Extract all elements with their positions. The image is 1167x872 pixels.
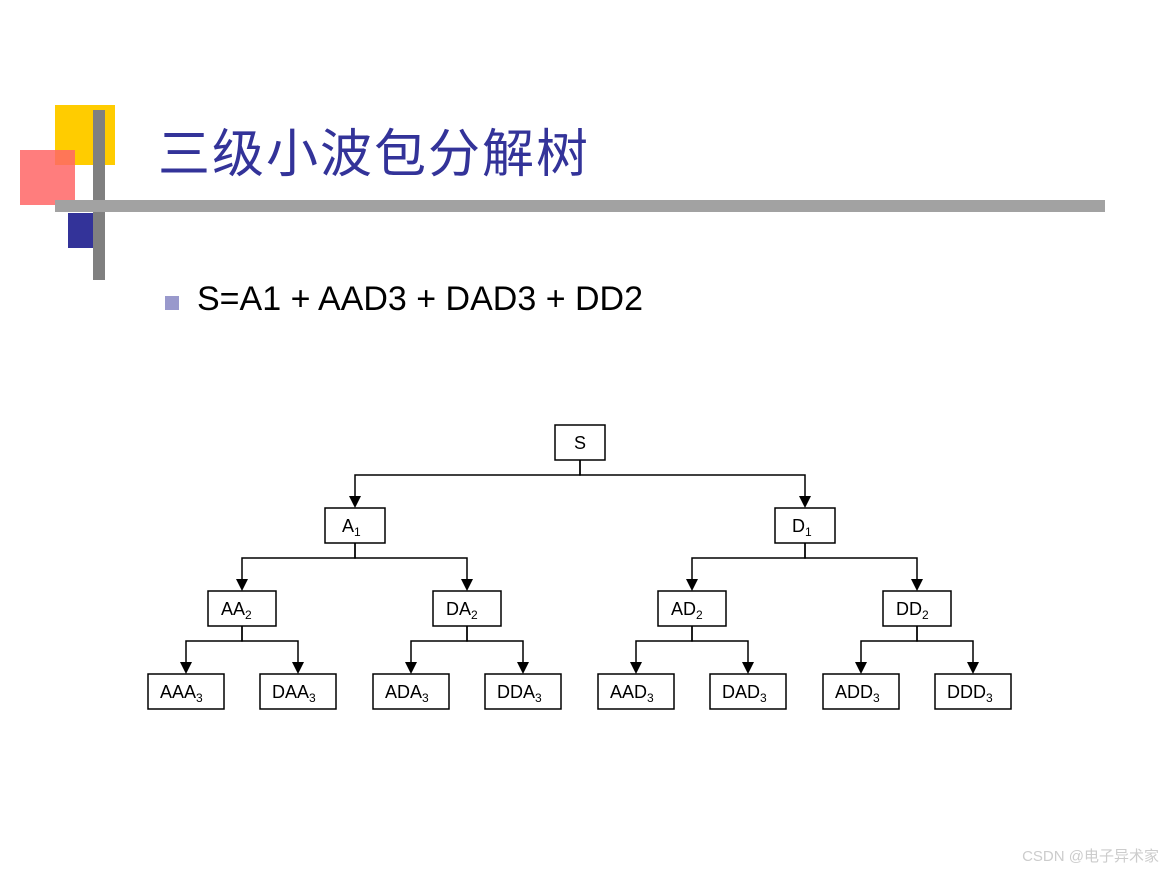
- edge-D1-AD2: [692, 543, 805, 588]
- node-ADA3: ADA3: [373, 674, 449, 709]
- node-D1: D1: [775, 508, 835, 543]
- formula-text: S=A1 + AAD3 + DAD3 + DD2: [197, 280, 643, 319]
- node-DD2: DD2: [883, 591, 951, 626]
- edge-A1-AA2: [242, 543, 355, 588]
- node-DDD3: DDD3: [935, 674, 1011, 709]
- node-AAD3: AAD3: [598, 674, 674, 709]
- node-AD2: AD2: [658, 591, 726, 626]
- edge-AD2-AAD3: [636, 626, 692, 671]
- tree-svg: S A1 D1 AA2 DA2 AD2 DD2 AAA3: [130, 420, 1030, 740]
- edge-AD2-DAD3: [692, 626, 748, 671]
- node-S: S: [555, 425, 605, 460]
- node-DAD3: DAD3: [710, 674, 786, 709]
- deco-square-red: [20, 150, 75, 205]
- node-DA2: DA2: [433, 591, 501, 626]
- edge-AA2-AAA3: [186, 626, 242, 671]
- edge-DA2-ADA3: [411, 626, 467, 671]
- title-decoration: [20, 105, 160, 265]
- bullet-row: S=A1 + AAD3 + DAD3 + DD2: [165, 280, 643, 319]
- deco-horizontal-bar: [55, 200, 1105, 212]
- node-AA2: AA2: [208, 591, 276, 626]
- watermark: CSDN @电子异术家: [1022, 845, 1159, 866]
- edge-A1-DA2: [355, 543, 467, 588]
- edge-DD2-ADD3: [861, 626, 917, 671]
- deco-vertical-bar: [93, 110, 105, 280]
- edge-S-A1: [355, 460, 580, 505]
- label-S: S: [574, 433, 586, 453]
- edge-DA2-DDA3: [467, 626, 523, 671]
- edge-D1-DD2: [805, 543, 917, 588]
- slide-title: 三级小波包分解树: [158, 112, 590, 187]
- edge-AA2-DAA3: [242, 626, 298, 671]
- node-A1: A1: [325, 508, 385, 543]
- bullet-icon: [165, 296, 179, 310]
- node-DDA3: DDA3: [485, 674, 561, 709]
- edge-S-D1: [580, 460, 805, 505]
- node-ADD3: ADD3: [823, 674, 899, 709]
- node-DAA3: DAA3: [260, 674, 336, 709]
- node-AAA3: AAA3: [148, 674, 224, 709]
- tree-diagram: S A1 D1 AA2 DA2 AD2 DD2 AAA3: [130, 420, 1030, 740]
- edge-DD2-DDD3: [917, 626, 973, 671]
